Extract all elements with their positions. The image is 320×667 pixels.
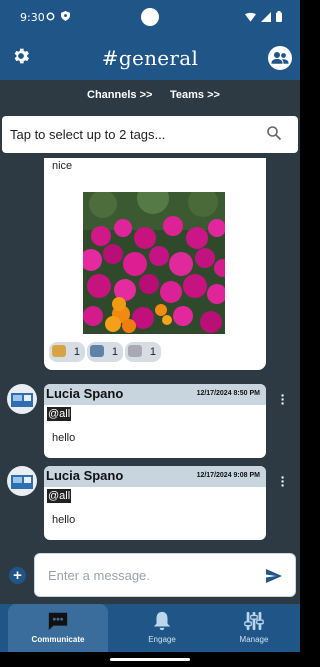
signal-icon [261,11,272,22]
message-timestamp: 12/17/2024 9:08 PM [196,472,260,479]
reaction-count: 1 [73,346,80,358]
message-header: Lucia Spano 12/17/2024 8:50 PM [44,384,266,405]
image-message-card[interactable]: nice 1 1 1 [44,158,266,370]
message-item[interactable]: Lucia Spano 12/17/2024 8:50 PM @all hell… [0,384,300,458]
users-icon [271,52,289,64]
message-body: hello [52,514,76,526]
channel-title: #general [101,46,199,70]
teams-link[interactable]: Teams >> [170,89,220,101]
tag-selector-placeholder: Tap to select up to 2 tags... [10,127,166,142]
emoji-3 [128,345,142,357]
nav-links-bar: Channels >> Teams >> [0,80,300,112]
emoji-1 [52,345,66,357]
message-body: hello [52,432,76,444]
message-list[interactable]: nice 1 1 1 Lucia Spano 12/17/2024 8:50 P… [0,158,300,540]
message-timestamp: 12/17/2024 8:50 PM [196,390,260,397]
reaction-chip[interactable]: 1 [49,342,85,362]
mention-tag[interactable]: @all [47,407,72,421]
camera-cutout [141,8,159,26]
status-right-icons [245,11,282,22]
app-screen: 9:30 #general Channels >> Teams >> Tap t… [0,0,300,667]
reaction-chip[interactable]: 1 [87,342,123,362]
nav-manage-label: Manage [239,635,269,644]
avatar[interactable] [7,466,37,496]
message-card[interactable]: Lucia Spano 12/17/2024 8:50 PM @all hell… [44,384,266,458]
flower-image[interactable] [83,192,225,334]
reaction-count: 1 [149,346,156,358]
bell-icon [153,611,171,631]
app-header: #general [0,36,300,80]
image-message-text: nice [52,160,73,172]
send-icon[interactable] [266,569,282,583]
nav-communicate-label: Communicate [31,635,85,644]
nav-engage-label: Engage [148,635,176,644]
sliders-icon [244,611,264,631]
nav-engage[interactable]: Engage [112,604,212,652]
profile-button[interactable] [268,46,292,70]
message-author[interactable]: Lucia Spano [46,468,123,483]
reaction-chip[interactable]: 1 [125,342,161,362]
message-menu-button[interactable]: · · · [280,388,286,410]
search-icon[interactable] [266,125,282,141]
nav-communicate[interactable]: Communicate [8,604,108,652]
battery-icon [276,11,282,22]
message-menu-button[interactable]: · · · [280,470,286,492]
tag-selector[interactable]: Tap to select up to 2 tags... [2,116,298,153]
status-left-icons [46,11,70,22]
channels-link[interactable]: Channels >> [87,89,152,101]
bottom-nav: Communicate Engage Manage [0,604,300,652]
status-bar: 9:30 [0,0,300,36]
chat-icon [48,612,68,631]
data-saver-icon [46,12,55,21]
reaction-count: 1 [111,346,118,358]
status-time: 9:30 [20,11,45,24]
message-composer: + [0,542,300,604]
mention-tag[interactable]: @all [47,489,72,503]
shield-icon [60,11,70,22]
message-card[interactable]: Lucia Spano 12/17/2024 9:08 PM @all hell… [44,466,266,540]
message-author[interactable]: Lucia Spano [46,386,123,401]
avatar[interactable] [7,384,37,414]
home-indicator[interactable] [110,658,190,661]
message-input[interactable] [34,553,296,597]
emoji-2 [90,345,104,357]
nav-manage[interactable]: Manage [204,604,300,652]
plus-icon[interactable]: + [9,567,26,584]
message-item[interactable]: Lucia Spano 12/17/2024 9:08 PM @all hell… [0,466,300,540]
gesture-bar [0,652,300,667]
message-header: Lucia Spano 12/17/2024 9:08 PM [44,466,266,487]
wifi-icon [245,12,257,22]
